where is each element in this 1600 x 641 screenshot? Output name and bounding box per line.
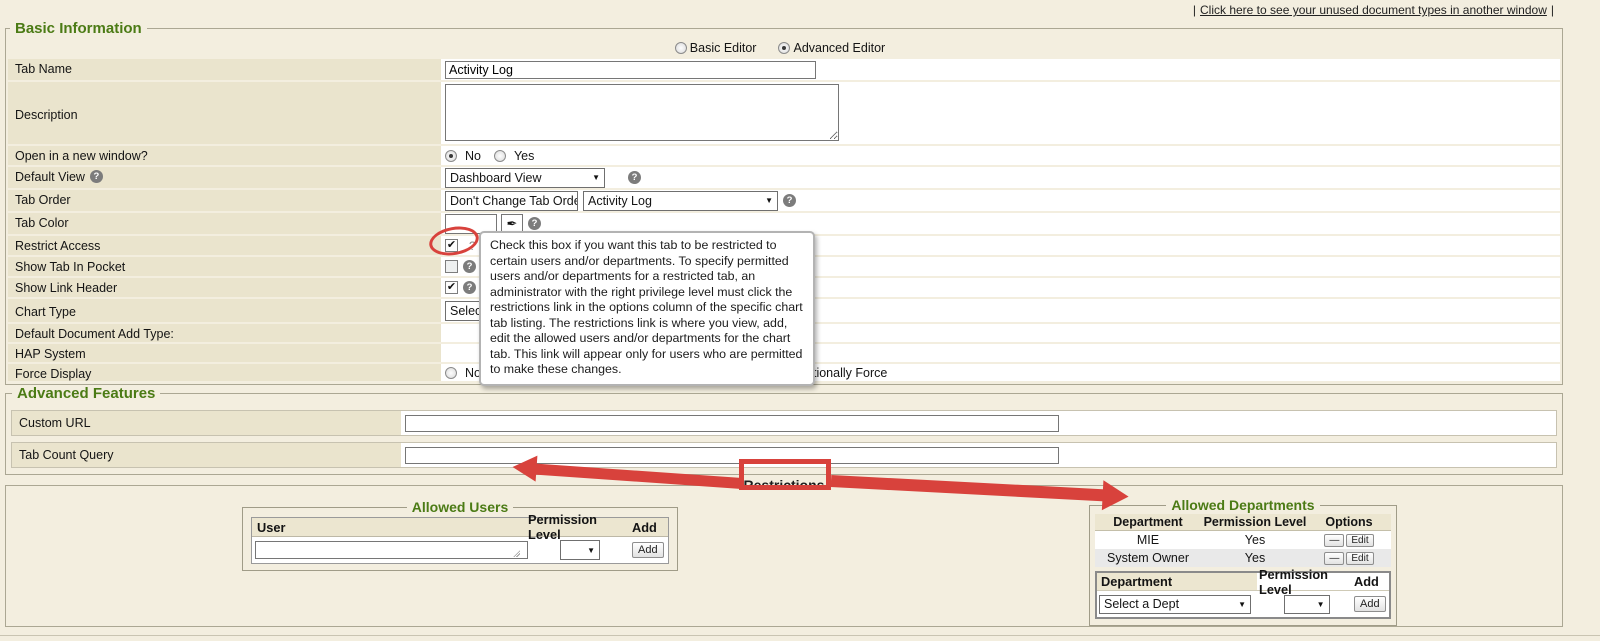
restrict-access-tooltip: Check this box if you want this tab to b… — [479, 231, 815, 386]
force-display-label: Force Display — [8, 364, 441, 381]
advanced-editor-radio[interactable] — [778, 42, 790, 54]
description-row: Description — [8, 82, 1560, 144]
tab-color-label: Tab Color — [8, 213, 441, 234]
unused-document-types-link[interactable]: Click here to see your unused document t… — [1200, 3, 1547, 17]
edit-department-button[interactable]: Edit — [1346, 534, 1373, 547]
link-pipe-left: | — [1193, 3, 1196, 17]
remove-department-button[interactable]: — — [1324, 534, 1344, 547]
allowed-users-input-row: Add — [252, 537, 668, 563]
tab-count-query-label: Tab Count Query — [12, 443, 401, 467]
permission-level-column-header: Permission Level — [1257, 567, 1352, 597]
department-row: System Owner Yes — Edit — [1095, 549, 1391, 567]
show-link-header-label: Show Link Header — [8, 278, 441, 297]
custom-url-input[interactable] — [405, 415, 1059, 432]
basic-editor-radio[interactable] — [675, 42, 687, 54]
tab-order-label: Tab Order — [8, 190, 441, 211]
link-pipe-right: | — [1551, 3, 1554, 17]
tab-order-row: Tab Order Don't Change Tab Order Activit… — [8, 190, 1560, 211]
chart-type-label: Chart Type — [8, 299, 441, 322]
show-link-header-help-icon[interactable] — [463, 281, 476, 294]
allowed-users-header-row: User Permission Level Add — [252, 518, 668, 537]
basic-information-legend: Basic Information — [10, 20, 147, 37]
hap-system-label: HAP System — [8, 344, 441, 362]
tab-name-input[interactable] — [445, 61, 816, 79]
department-column-header: Department — [1095, 515, 1201, 529]
user-column-header: User — [252, 520, 528, 535]
restrictions-section: Restrictions Allowed Users User Permissi… — [5, 477, 1563, 627]
default-view-label: Default View — [15, 170, 85, 184]
add-column-header: Add — [1352, 574, 1389, 589]
open-window-yes-radio[interactable] — [494, 150, 506, 162]
open-new-window-label: Open in a new window? — [8, 146, 441, 165]
allowed-departments-section: Allowed Departments Department Permissio… — [1089, 497, 1397, 626]
custom-url-label: Custom URL — [12, 411, 401, 435]
tab-color-help-icon[interactable] — [528, 217, 541, 230]
default-view-select[interactable]: Dashboard View — [445, 168, 605, 188]
user-input[interactable] — [255, 541, 528, 559]
add-department-button[interactable]: Add — [1354, 596, 1386, 612]
default-view-value-help-icon[interactable] — [628, 171, 641, 184]
allowed-departments-table: Department Permission Level Options MIE … — [1095, 514, 1391, 567]
tab-order-position-select[interactable]: Activity Log — [583, 191, 778, 211]
add-user-button[interactable]: Add — [632, 542, 664, 558]
department-column-header: Department — [1097, 573, 1257, 590]
description-label: Description — [8, 82, 441, 144]
default-document-add-type-label: Default Document Add Type: — [8, 324, 441, 342]
annotation-restrictions-box — [739, 459, 831, 490]
show-tab-in-pocket-checkbox[interactable] — [445, 260, 458, 273]
basic-editor-label: Basic Editor — [690, 41, 757, 55]
department-name: MIE — [1095, 533, 1201, 547]
add-department-header-row: Department Permission Level Add — [1097, 573, 1389, 591]
footer-divider — [0, 635, 1600, 641]
tab-name-row: Tab Name — [8, 59, 1560, 80]
remove-department-button[interactable]: — — [1324, 552, 1344, 565]
editor-mode-row: Basic Editor Advanced Editor — [8, 39, 1560, 57]
advanced-editor-label: Advanced Editor — [793, 41, 885, 55]
add-column-header: Add — [632, 520, 668, 535]
open-window-no-label: No — [465, 149, 481, 163]
add-department-input-row: Select a Dept Add — [1097, 591, 1389, 617]
tab-count-query-input[interactable] — [405, 447, 1059, 464]
add-department-table: Department Permission Level Add Select a… — [1095, 571, 1391, 619]
default-view-help-icon[interactable] — [90, 170, 103, 183]
show-tab-in-pocket-label: Show Tab In Pocket — [8, 257, 441, 276]
restrict-access-label: Restrict Access — [8, 236, 441, 255]
department-permission: Yes — [1201, 551, 1309, 565]
open-window-yes-label: Yes — [514, 149, 534, 163]
allowed-users-table: User Permission Level Add Add — [251, 517, 669, 564]
tab-order-mode-select[interactable]: Don't Change Tab Order — [445, 191, 578, 211]
resize-grip-icon[interactable] — [513, 550, 520, 557]
allowed-users-section: Allowed Users User Permission Level Add … — [242, 499, 678, 571]
show-tab-in-pocket-help-icon[interactable] — [463, 260, 476, 273]
permission-level-column-header: Permission Level — [528, 512, 632, 542]
allowed-departments-header-row: Department Permission Level Options — [1095, 514, 1391, 531]
permission-level-column-header: Permission Level — [1201, 515, 1309, 529]
department-permission-select[interactable] — [1284, 595, 1330, 614]
open-new-window-row: Open in a new window? No Yes — [8, 146, 1560, 165]
edit-department-button[interactable]: Edit — [1346, 552, 1373, 565]
department-permission: Yes — [1201, 533, 1309, 547]
description-textarea[interactable] — [445, 84, 839, 141]
tab-order-help-icon[interactable] — [783, 194, 796, 207]
department-select[interactable]: Select a Dept — [1099, 595, 1251, 614]
open-window-no-radio[interactable] — [445, 150, 457, 162]
user-permission-select[interactable] — [560, 540, 600, 560]
show-link-header-checkbox[interactable] — [445, 281, 458, 294]
default-view-row: Default View Dashboard View — [8, 167, 1560, 188]
allowed-departments-legend: Allowed Departments — [1166, 497, 1319, 513]
advanced-features-legend: Advanced Features — [12, 385, 160, 402]
options-column-header: Options — [1309, 515, 1389, 529]
custom-url-row: Custom URL — [11, 410, 1557, 436]
tab-name-label: Tab Name — [8, 59, 441, 80]
department-row: MIE Yes — Edit — [1095, 531, 1391, 549]
department-name: System Owner — [1095, 551, 1201, 565]
allowed-users-legend: Allowed Users — [407, 499, 513, 515]
top-bar: | Click here to see your unused document … — [0, 0, 1600, 20]
force-display-no-radio[interactable] — [445, 367, 457, 379]
